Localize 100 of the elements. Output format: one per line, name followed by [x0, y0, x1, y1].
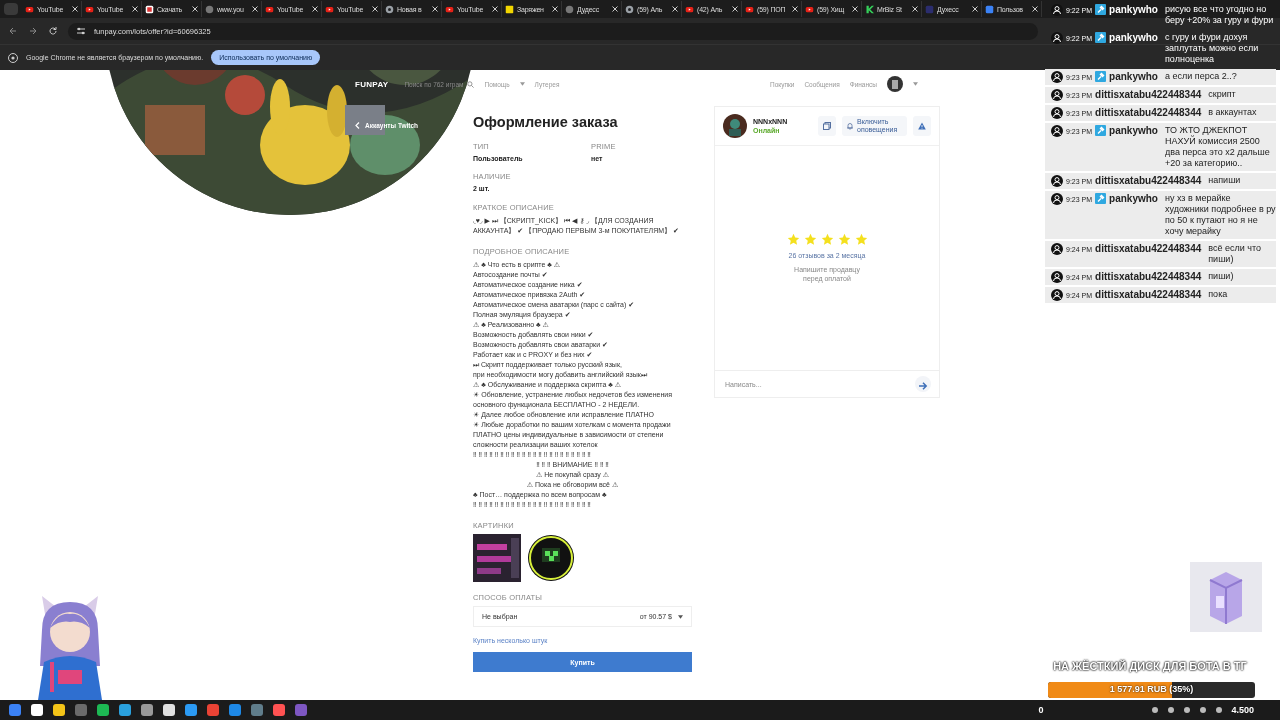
close-icon[interactable] [612, 6, 618, 12]
user-avatar-icon [1051, 32, 1063, 44]
app-icon[interactable] [184, 703, 198, 717]
chat-text: а если перса 2..? [1164, 71, 1238, 82]
chat-username: pankywho [1109, 4, 1158, 16]
warning-icon [918, 122, 926, 130]
chat-text: напиши [1207, 175, 1242, 186]
chat-text: скрипт [1207, 89, 1237, 100]
chat-username: dittisxatabu422448344 [1095, 107, 1202, 119]
close-icon[interactable] [552, 6, 558, 12]
copy-icon [823, 122, 831, 130]
copy-button[interactable] [818, 116, 836, 136]
chat-username: pankywho [1109, 193, 1158, 205]
send-button[interactable] [915, 376, 931, 392]
chevron-left-icon [355, 122, 360, 129]
search-icon[interactable] [467, 80, 475, 88]
chat-username: pankywho [1109, 71, 1158, 83]
close-icon[interactable] [732, 6, 738, 12]
chat-text: ну хз в мерайке художники подробнее в ру по 50 к путают но я не хочу мерайку [1164, 193, 1276, 237]
close-icon[interactable] [1032, 6, 1038, 12]
favicon-icon [625, 4, 634, 14]
chat-text: рисую все что угодно но беру +20% за гуру и фури [1164, 4, 1275, 26]
close-icon[interactable] [912, 6, 918, 12]
clock-label: 4.500 [1231, 705, 1254, 715]
favicon-icon [925, 4, 934, 14]
favicon-icon [865, 4, 874, 14]
favicon-icon [205, 4, 214, 14]
moderator-badge-icon [1095, 71, 1107, 82]
close-icon[interactable] [72, 6, 78, 12]
close-icon[interactable] [192, 6, 198, 12]
chat-text: ТО ЖТО ДЖЕКПОТ НАХУЙ комиссия 2500 два перса это х2 дальше +20 за категорию.. [1164, 125, 1271, 169]
chrome-icon [8, 52, 18, 63]
app-icon[interactable] [162, 703, 176, 717]
star-icon [803, 233, 817, 246]
goal-title: НА ЖЁСТКИЙ ДИСК ДЛЯ БОТА В ТГ [1052, 660, 1249, 672]
favicon-icon [25, 4, 34, 14]
close-icon[interactable] [852, 6, 858, 12]
favicon-icon [445, 4, 454, 14]
chat-username: pankywho [1109, 32, 1158, 44]
app-icon[interactable] [140, 703, 154, 717]
chat-username: dittisxatabu422448344 [1095, 243, 1202, 255]
moderator-badge-icon [1095, 4, 1107, 15]
star-icon [854, 233, 868, 246]
close-icon[interactable] [432, 6, 438, 12]
close-icon[interactable] [792, 6, 798, 12]
reload-icon[interactable] [48, 26, 58, 36]
favicon-icon [385, 4, 394, 14]
user-avatar-icon [1051, 289, 1063, 301]
close-icon[interactable] [132, 6, 138, 12]
star-icon [786, 233, 800, 246]
app-icon[interactable] [52, 703, 66, 717]
user-avatar-icon [1051, 175, 1063, 187]
user-avatar[interactable] [887, 76, 903, 92]
chat-username: pankywho [1109, 125, 1158, 137]
moderator-badge-icon [1095, 193, 1107, 204]
chat-text: пока [1207, 289, 1229, 300]
moderator-badge-icon [1095, 125, 1107, 136]
close-icon[interactable] [972, 6, 978, 12]
bell-icon [846, 122, 854, 130]
user-avatar-icon [1051, 125, 1063, 137]
app-icon[interactable] [96, 703, 110, 717]
report-button[interactable] [913, 116, 931, 136]
moderator-badge-icon [1095, 32, 1107, 43]
chat-username: dittisxatabu422448344 [1095, 89, 1202, 101]
close-icon[interactable] [312, 6, 318, 12]
user-avatar-icon [1051, 71, 1063, 83]
favicon-icon [505, 4, 514, 14]
user-avatar-icon [1051, 89, 1063, 101]
favicon-icon [685, 4, 694, 14]
close-icon[interactable] [672, 6, 678, 12]
user-avatar-icon [1051, 271, 1063, 283]
favicon-icon [745, 4, 754, 14]
chat-text: в аккаунтах [1207, 107, 1258, 118]
caret-icon [913, 82, 918, 86]
page-title: Оформление заказа [473, 114, 619, 130]
favicon-icon [805, 4, 814, 14]
forward-icon[interactable] [28, 26, 38, 36]
site-settings-icon[interactable] [76, 26, 86, 36]
close-icon[interactable] [372, 6, 378, 12]
arrow-right-icon [918, 381, 928, 391]
caret-icon [678, 614, 683, 619]
app-icon[interactable] [118, 703, 132, 717]
chat-text: с гуру и фури дохуя заплутать можно если полноценка [1164, 32, 1260, 65]
chat-username: dittisxatabu422448344 [1095, 289, 1202, 301]
favicon-icon [985, 4, 994, 14]
star-icon [837, 233, 851, 246]
user-avatar-icon [1051, 193, 1063, 205]
chat-username: dittisxatabu422448344 [1095, 271, 1202, 283]
app-icon[interactable] [30, 703, 44, 717]
favicon-icon [565, 4, 574, 14]
counter-label: 0 [1038, 705, 1044, 715]
close-icon[interactable] [252, 6, 258, 12]
site-logo[interactable]: FUNPAY [355, 79, 389, 89]
back-icon[interactable] [8, 26, 18, 36]
favicon-icon [325, 4, 334, 14]
seller-avatar[interactable] [723, 114, 747, 138]
close-icon[interactable] [492, 6, 498, 12]
chat-text: пиши) [1207, 271, 1235, 282]
favicon-icon [265, 4, 274, 14]
favicon-icon [85, 4, 94, 14]
